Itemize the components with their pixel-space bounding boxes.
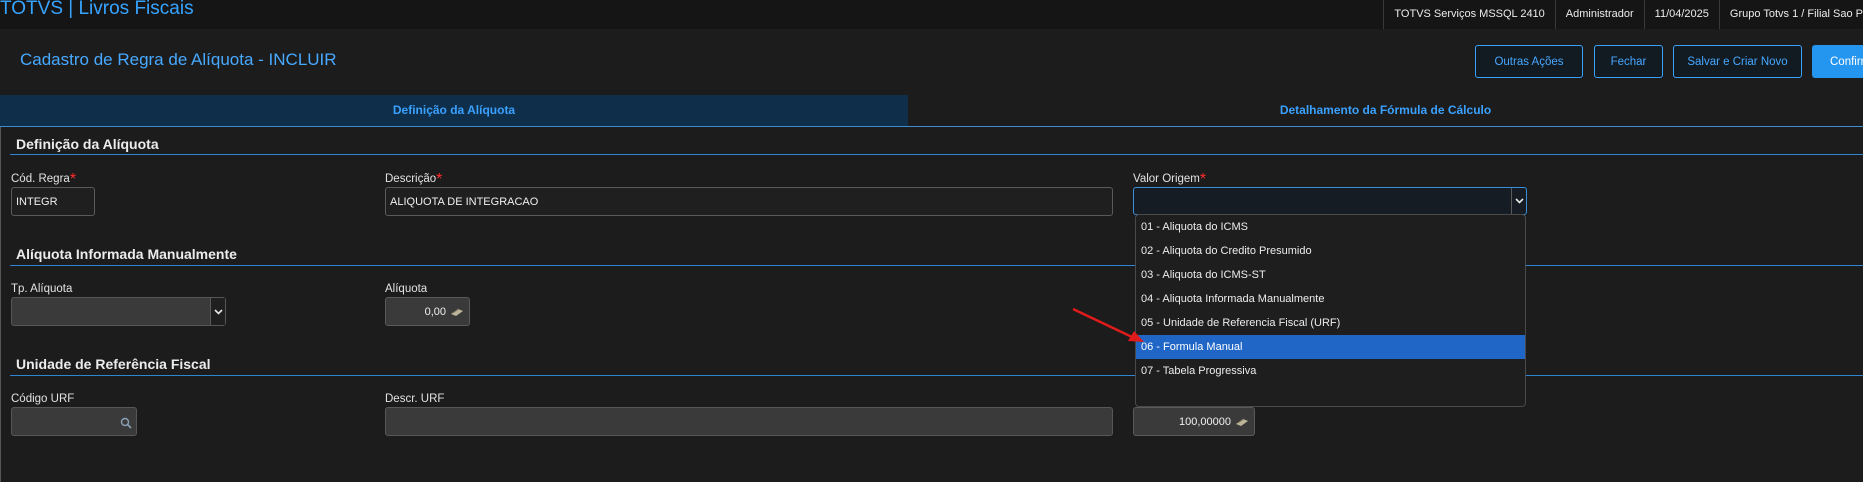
codigo-urf-input[interactable]	[11, 407, 137, 436]
tab-definicao-aliquota[interactable]: Definição da Alíquota	[0, 95, 908, 126]
save-and-new-button[interactable]: Salvar e Criar Novo	[1673, 45, 1802, 78]
tab-detalhamento-formula[interactable]: Detalhamento da Fórmula de Cálculo	[908, 95, 1863, 126]
section-title-urf: Unidade de Referência Fiscal	[16, 356, 211, 372]
chevron-down-icon[interactable]	[1511, 188, 1526, 214]
cod-regra-input[interactable]: INTEGR	[11, 187, 95, 216]
section-divider	[10, 375, 1863, 376]
codigo-urf-label: Código URF	[11, 393, 75, 405]
dropdown-option[interactable]: 01 - Aliquota do ICMS	[1136, 215, 1525, 239]
descricao-label: Descrição*	[385, 171, 443, 188]
tp-aliquota-label: Tp. Alíquota	[11, 283, 73, 295]
dropdown-option[interactable]: 02 - Aliquota do Credito Presumido	[1136, 239, 1525, 263]
tab-bar: Definição da Alíquota Detalhamento da Fó…	[0, 95, 1863, 127]
other-actions-button[interactable]: Outras Ações	[1475, 45, 1583, 78]
valor-origem-dropdown: 01 - Aliquota do ICMS 02 - Aliquota do C…	[1135, 214, 1526, 407]
page-title: Cadastro de Regra de Alíquota - INCLUIR	[20, 50, 337, 69]
descr-urf-input	[385, 407, 1113, 436]
aliquota-input[interactable]: 0,00	[385, 297, 470, 326]
app-title: TOTVS | Livros Fiscais	[0, 0, 194, 19]
percentual-urf-input[interactable]: 100,00000	[1133, 407, 1255, 436]
section-title-manual: Alíquota Informada Manualmente	[16, 246, 237, 262]
search-icon[interactable]	[120, 417, 132, 429]
money-icon	[451, 308, 463, 316]
descricao-input[interactable]: ALIQUOTA DE INTEGRACAO	[385, 187, 1113, 216]
aliquota-label: Alíquota	[385, 283, 428, 295]
annotation-arrow	[1072, 307, 1144, 342]
section-title-definicao: Definição da Alíquota	[16, 136, 159, 152]
percentual-urf-value: 100,00000	[1179, 415, 1231, 428]
dropdown-option[interactable]: 07 - Tabela Progressiva	[1136, 359, 1525, 383]
date-info: 11/04/2025	[1643, 0, 1719, 29]
server-info: TOTVS Serviços MSSQL 2410	[1383, 0, 1554, 29]
dropdown-option[interactable]: 05 - Unidade de Referencia Fiscal (URF)	[1136, 311, 1525, 335]
money-icon	[1236, 418, 1248, 426]
top-info: TOTVS Serviços MSSQL 2410 Administrador …	[1383, 0, 1863, 29]
dropdown-option[interactable]: 03 - Aliquota do ICMS-ST	[1136, 263, 1525, 287]
top-bar: TOTVS | Livros Fiscais TOTVS Serviços MS…	[0, 0, 1863, 29]
branch-info[interactable]: Grupo Totvs 1 / Filial Sao P	[1718, 0, 1863, 29]
section-divider	[10, 154, 1863, 155]
valor-origem-select[interactable]	[1133, 187, 1527, 215]
user-info[interactable]: Administrador	[1554, 0, 1644, 29]
chevron-down-icon[interactable]	[210, 298, 225, 325]
dropdown-option-selected[interactable]: 06 - Formula Manual	[1136, 335, 1525, 359]
cod-regra-label: Cód. Regra*	[11, 171, 77, 188]
section-divider	[10, 265, 1863, 266]
confirm-button[interactable]: Confirm	[1812, 45, 1863, 78]
aliquota-value: 0,00	[424, 305, 446, 318]
dropdown-option[interactable]: 04 - Aliquota Informada Manualmente	[1136, 287, 1525, 311]
descr-urf-label: Descr. URF	[385, 393, 445, 405]
close-button[interactable]: Fechar	[1594, 45, 1663, 78]
valor-origem-label: Valor Origem*	[1133, 171, 1207, 188]
tp-aliquota-select[interactable]	[11, 297, 226, 326]
